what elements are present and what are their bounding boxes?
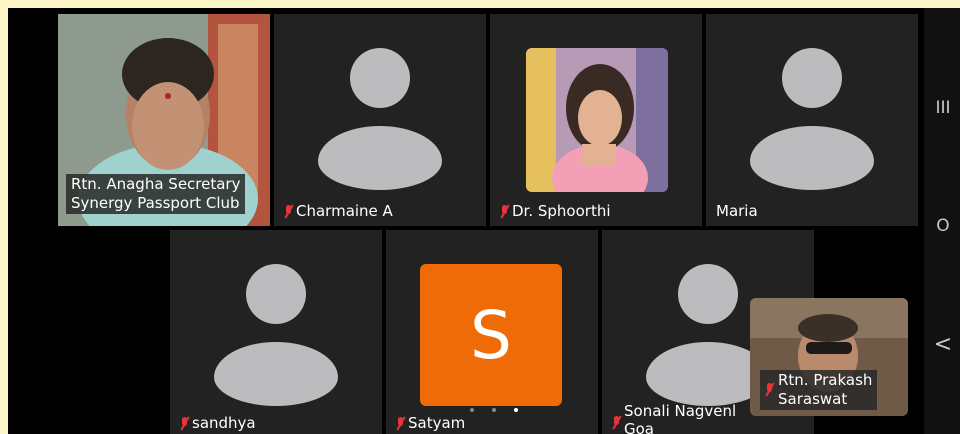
initial-avatar: S <box>420 264 562 406</box>
participant-name-row: Maria <box>716 202 758 220</box>
mic-off-icon <box>180 416 189 430</box>
participant-name-sandhya: sandhya <box>192 414 256 432</box>
participant-name-sphoorthi: Dr. Sphoorthi <box>512 202 611 220</box>
participant-tile-anagha[interactable]: Rtn. Anagha Secretary Synergy Passport C… <box>58 14 270 226</box>
participant-name-row: Dr. Sphoorthi <box>500 202 611 220</box>
profile-photo-image <box>526 48 668 192</box>
self-view-name-line2: Saraswat <box>778 390 848 408</box>
page-dot[interactable] <box>492 408 496 412</box>
avatar-placeholder-body <box>318 126 442 190</box>
participant-tile-maria[interactable]: Maria <box>706 14 918 226</box>
recents-icon[interactable]: III <box>932 98 954 118</box>
avatar-placeholder-body <box>750 126 874 190</box>
mic-off-icon <box>612 416 621 429</box>
participant-tile-sphoorthi[interactable]: Dr. Sphoorthi <box>490 14 702 226</box>
participant-tile-sandhya[interactable]: sandhya <box>170 230 382 434</box>
page-dot[interactable] <box>470 408 474 412</box>
avatar-placeholder-head <box>246 264 306 324</box>
participant-name-row: Satyam <box>396 414 465 432</box>
meeting-screen: Rtn. Anagha Secretary Synergy Passport C… <box>8 8 960 434</box>
self-view-name-line1: Rtn. Prakash <box>778 371 873 389</box>
system-navigation-bar: III O < <box>924 8 960 434</box>
avatar-placeholder-head <box>350 48 410 108</box>
participant-name-maria: Maria <box>716 202 758 220</box>
mic-off-icon <box>284 204 293 218</box>
participant-tile-charmaine[interactable]: Charmaine A <box>274 14 486 226</box>
home-icon[interactable]: O <box>932 216 954 236</box>
mic-off-icon <box>396 416 405 430</box>
participant-name-line1: Sonali Nagvenl <box>624 402 737 420</box>
page-dot-active[interactable] <box>514 408 518 412</box>
self-view-tile[interactable]: Rtn. Prakash Saraswat <box>750 298 908 416</box>
avatar-placeholder-body <box>214 342 338 406</box>
participant-name-sonali: Sonali Nagvenl Goa <box>624 402 736 434</box>
self-view-name-text: Rtn. Prakash Saraswat <box>778 371 872 409</box>
participant-name-row: Sonali Nagvenl Goa <box>612 402 736 434</box>
self-view-name: Rtn. Prakash Saraswat <box>760 370 878 410</box>
initial-avatar-letter: S <box>470 296 512 374</box>
page-indicator <box>470 408 518 412</box>
participant-name-satyam: Satyam <box>408 414 466 432</box>
participant-name-line2: Synergy Passport Club <box>71 194 240 212</box>
back-icon[interactable]: < <box>932 332 954 357</box>
participant-name-line2: Goa <box>624 420 654 434</box>
mic-off-icon <box>500 204 509 218</box>
avatar-placeholder-head <box>678 264 738 324</box>
participant-name-anagha: Rtn. Anagha Secretary Synergy Passport C… <box>66 174 246 214</box>
participant-name-line1: Rtn. Anagha Secretary <box>71 175 241 193</box>
participant-name-charmaine: Charmaine A <box>296 202 393 220</box>
avatar-placeholder-head <box>782 48 842 108</box>
participant-name-row: sandhya <box>180 414 256 432</box>
profile-photo-sphoorthi <box>526 48 668 192</box>
participant-tile-satyam[interactable]: S Satyam <box>386 230 598 434</box>
participant-name-row: Charmaine A <box>284 202 393 220</box>
mic-off-icon <box>765 383 774 396</box>
